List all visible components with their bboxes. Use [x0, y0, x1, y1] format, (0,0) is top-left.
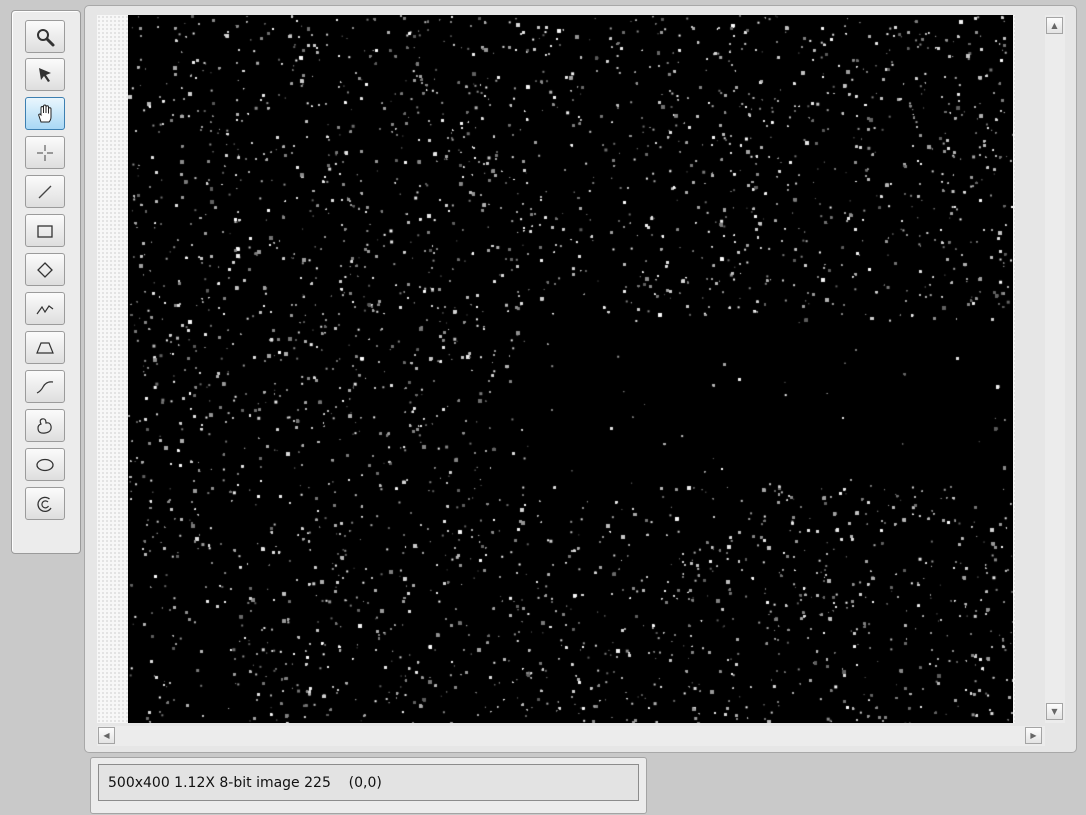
line-tool-button[interactable]: [25, 175, 65, 208]
scroll-up-button[interactable]: ▲: [1046, 17, 1063, 34]
image-info-text: 500x400 1.12X 8-bit image 225 (0,0): [98, 764, 639, 801]
pan-tool-button[interactable]: [25, 97, 65, 130]
scroll-left-button[interactable]: ◀: [98, 727, 115, 744]
rotated-rectangle-tool-button[interactable]: [25, 253, 65, 286]
line-icon: [38, 185, 52, 198]
select-tool-button[interactable]: [25, 58, 65, 91]
point-tool-button[interactable]: [25, 136, 65, 169]
image-display: ▲ ▼ ◀ ▶: [84, 5, 1077, 753]
annulus-tool-button[interactable]: [25, 487, 65, 520]
polygon-tool-button[interactable]: [25, 331, 65, 364]
magnifier-icon: [37, 28, 55, 46]
scroll-right-button[interactable]: ▶: [1025, 727, 1042, 744]
image-viewport[interactable]: [97, 15, 1015, 723]
diamond-icon: [37, 261, 53, 278]
freehand-region-tool-button[interactable]: [25, 409, 65, 442]
horizontal-scrollbar[interactable]: ◀ ▶: [97, 726, 1045, 746]
oval-icon: [36, 458, 54, 471]
polyline-tool-button[interactable]: [25, 292, 65, 325]
oval-tool-button[interactable]: [25, 448, 65, 481]
scroll-up-icon: ▲: [1051, 20, 1058, 30]
annulus-icon: [37, 496, 52, 512]
scroll-down-icon: ▼: [1051, 706, 1058, 716]
vertical-scrollbar[interactable]: ▲ ▼: [1045, 15, 1065, 723]
polygon-icon: [36, 341, 54, 354]
zoom-tool-button[interactable]: [25, 20, 65, 53]
arrow-pointer-icon: [39, 67, 51, 82]
crosshair-icon: [37, 144, 53, 161]
speckle-image[interactable]: [128, 15, 1013, 723]
scroll-right-icon: ▶: [1030, 730, 1037, 740]
scroll-left-icon: ◀: [103, 730, 110, 740]
freehand-line-icon: [36, 380, 54, 394]
tool-palette: [11, 10, 81, 554]
freehand-line-tool-button[interactable]: [25, 370, 65, 403]
hand-icon: [38, 103, 52, 122]
polyline-icon: [36, 304, 54, 314]
freehand-region-icon: [37, 417, 52, 434]
scroll-down-button[interactable]: ▼: [1046, 703, 1063, 720]
image-info-panel: 500x400 1.12X 8-bit image 225 (0,0): [90, 757, 647, 814]
rectangle-tool-button[interactable]: [25, 214, 65, 247]
rectangle-icon: [37, 224, 53, 238]
